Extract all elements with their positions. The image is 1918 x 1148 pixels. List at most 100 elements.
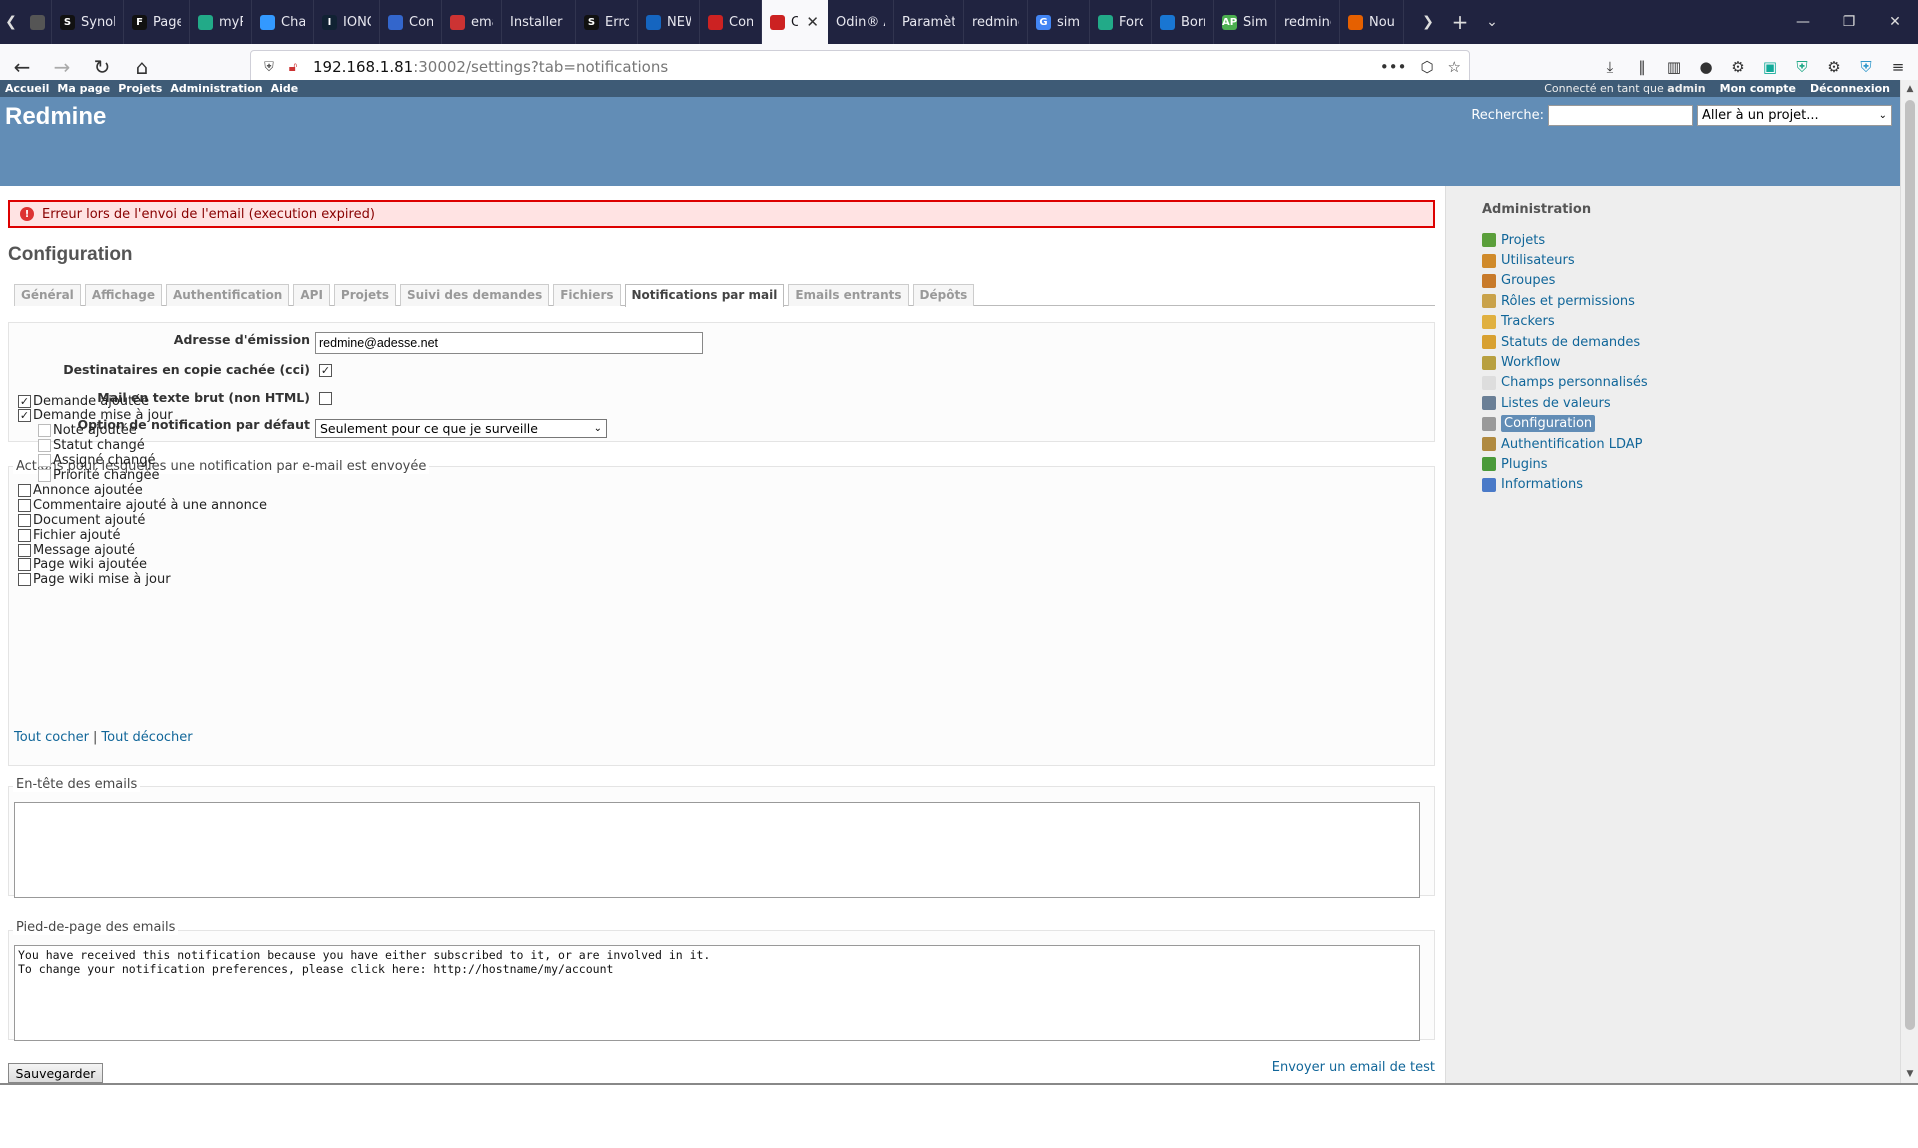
- emails-header-textarea[interactable]: [14, 802, 1420, 898]
- notified-event-checkbox[interactable]: [18, 498, 31, 512]
- library-icon[interactable]: ∥: [1628, 53, 1656, 81]
- settings-tab[interactable]: Authentification: [165, 284, 290, 306]
- admin-menu-item[interactable]: Statuts de demandes: [1482, 332, 1648, 352]
- browser-tab[interactable]: Borne: [1152, 0, 1214, 44]
- settings-tab[interactable]: Dépôts: [912, 284, 975, 306]
- settings-tab[interactable]: Projets: [333, 284, 396, 306]
- plain-text-checkbox[interactable]: [319, 392, 332, 405]
- account-icon[interactable]: ●: [1692, 53, 1720, 81]
- admin-menu-item[interactable]: Champs personnalisés: [1482, 373, 1648, 393]
- admin-menu-item[interactable]: Configuration: [1482, 414, 1648, 434]
- scrollbar-thumb[interactable]: [1905, 100, 1915, 1030]
- top-menu-item[interactable]: Administration: [170, 82, 262, 95]
- insecure-lock-icon[interactable]: 🔓︎: [283, 60, 303, 75]
- gear-extension-icon[interactable]: ⚙: [1820, 53, 1848, 81]
- search-input[interactable]: [1548, 105, 1693, 126]
- scroll-down-icon[interactable]: ▼: [1903, 1067, 1917, 1081]
- browser-tab[interactable]: redmine N: [1276, 0, 1340, 44]
- window-minimize-icon[interactable]: —: [1780, 0, 1826, 44]
- settings-tab[interactable]: Notifications par mail: [624, 284, 785, 307]
- browser-tab[interactable]: Ford C: [1090, 0, 1152, 44]
- browser-tab[interactable]: Gsimula: [1028, 0, 1090, 44]
- notified-event-checkbox[interactable]: [38, 439, 51, 453]
- admin-menu-item[interactable]: Informations: [1482, 475, 1648, 495]
- admin-menu-item[interactable]: Rôles et permissions: [1482, 291, 1648, 311]
- settings-tab[interactable]: Fichiers: [553, 284, 621, 306]
- browser-tab[interactable]: Fac: [22, 0, 52, 44]
- browser-tab[interactable]: S Synolo: [52, 0, 124, 44]
- emails-footer-textarea[interactable]: [14, 945, 1420, 1041]
- notified-event-checkbox[interactable]: [18, 558, 31, 572]
- browser-tab[interactable]: Installer Re: [502, 0, 576, 44]
- browser-tab[interactable]: NEWA: [638, 0, 700, 44]
- browser-tab[interactable]: I IONO: [314, 0, 380, 44]
- browser-tab[interactable]: email: [442, 0, 502, 44]
- browser-tab[interactable]: AP Simul: [1214, 0, 1276, 44]
- browser-tab[interactable]: Confi: [700, 0, 762, 44]
- settings-tab[interactable]: Général: [14, 284, 81, 306]
- admin-menu-item[interactable]: Authentification LDAP: [1482, 434, 1648, 454]
- notified-event-checkbox[interactable]: [38, 469, 51, 482]
- scroll-up-icon[interactable]: ▲: [1903, 82, 1917, 96]
- admin-menu-item[interactable]: Projets: [1482, 230, 1648, 250]
- new-tab-icon[interactable]: +: [1444, 10, 1476, 34]
- notified-event-checkbox[interactable]: [38, 454, 51, 468]
- browser-tab[interactable]: Paramètre: [894, 0, 964, 44]
- downloads-icon[interactable]: ⤓: [1596, 53, 1624, 81]
- notified-event-checkbox[interactable]: [18, 483, 31, 497]
- bookmark-star-icon[interactable]: ☆: [1448, 58, 1461, 76]
- vertical-scrollbar[interactable]: ▲ ▼: [1900, 80, 1918, 1083]
- save-extension-icon[interactable]: ▣: [1756, 53, 1784, 81]
- settings-tab[interactable]: Emails entrants: [788, 284, 909, 306]
- logout-link[interactable]: Déconnexion: [1810, 82, 1890, 95]
- browser-tab[interactable]: Charg: [252, 0, 314, 44]
- browser-tab[interactable]: redmine N: [964, 0, 1028, 44]
- admin-menu-item[interactable]: Plugins: [1482, 454, 1648, 474]
- notified-event-checkbox[interactable]: ✓: [18, 409, 31, 423]
- notified-event-item[interactable]: Page wiki mise à jour: [18, 571, 171, 589]
- top-menu-item[interactable]: Projets: [118, 82, 162, 95]
- admin-menu-item[interactable]: Utilisateurs: [1482, 250, 1648, 270]
- admin-menu-item[interactable]: Groupes: [1482, 271, 1648, 291]
- browser-tab[interactable]: S Error: [576, 0, 638, 44]
- notified-event-checkbox[interactable]: [18, 543, 31, 557]
- tab-close-icon[interactable]: ✕: [806, 13, 819, 31]
- project-jump-select[interactable]: Aller à un projet... ⌄: [1697, 105, 1892, 126]
- browser-tab[interactable]: F Page c: [124, 0, 190, 44]
- list-all-tabs-icon[interactable]: ⌄: [1476, 14, 1508, 30]
- notified-event-checkbox[interactable]: [38, 424, 51, 438]
- default-notification-select[interactable]: Seulement pour ce que je surveille ⌄: [315, 419, 607, 438]
- shield-extension-icon[interactable]: ⛨: [1788, 53, 1816, 81]
- my-account-link[interactable]: Mon compte: [1720, 82, 1796, 95]
- browser-tab[interactable]: Confi: [380, 0, 442, 44]
- window-close-icon[interactable]: ✕: [1872, 0, 1918, 44]
- from-address-input[interactable]: [315, 332, 703, 354]
- notified-event-checkbox[interactable]: [18, 573, 31, 587]
- url-bar[interactable]: ⛨ 🔓︎ 192.168.1.81:30002/settings?tab=not…: [250, 50, 1470, 84]
- admin-menu-item[interactable]: Workflow: [1482, 352, 1648, 372]
- send-test-email-link[interactable]: Envoyer un email de test: [1272, 1060, 1435, 1075]
- top-menu-item[interactable]: Aide: [271, 82, 299, 95]
- admin-menu-item[interactable]: Trackers: [1482, 312, 1648, 332]
- page-actions-icon[interactable]: •••: [1380, 58, 1407, 76]
- browser-tab[interactable]: Nouve: [1340, 0, 1404, 44]
- check-all-link[interactable]: Tout cocher: [14, 730, 89, 745]
- tabs-scroll-right-icon[interactable]: ❯: [1412, 14, 1444, 30]
- save-button[interactable]: Sauvegarder: [8, 1063, 103, 1083]
- top-menu-item[interactable]: Ma page: [57, 82, 110, 95]
- pocket-icon[interactable]: ⬡: [1420, 58, 1433, 76]
- admin-menu-item[interactable]: Listes de valeurs: [1482, 393, 1648, 413]
- uncheck-all-link[interactable]: Tout décocher: [101, 730, 192, 745]
- browser-tab[interactable]: Co ✕: [762, 0, 828, 44]
- settings-tab[interactable]: Affichage: [84, 284, 162, 306]
- notified-event-checkbox[interactable]: [18, 513, 31, 527]
- top-menu-item[interactable]: Accueil: [5, 82, 49, 95]
- window-restore-icon[interactable]: ❐: [1826, 0, 1872, 44]
- sidebar-toggle-icon[interactable]: ▥: [1660, 53, 1688, 81]
- settings-tab[interactable]: API: [293, 284, 330, 306]
- notified-event-checkbox[interactable]: [18, 528, 31, 542]
- notified-event-checkbox[interactable]: ✓: [18, 394, 31, 408]
- settings-tab[interactable]: Suivi des demandes: [400, 284, 550, 306]
- shield-icon[interactable]: ⛨: [259, 60, 279, 75]
- tabs-scroll-left-icon[interactable]: ❮: [0, 0, 22, 44]
